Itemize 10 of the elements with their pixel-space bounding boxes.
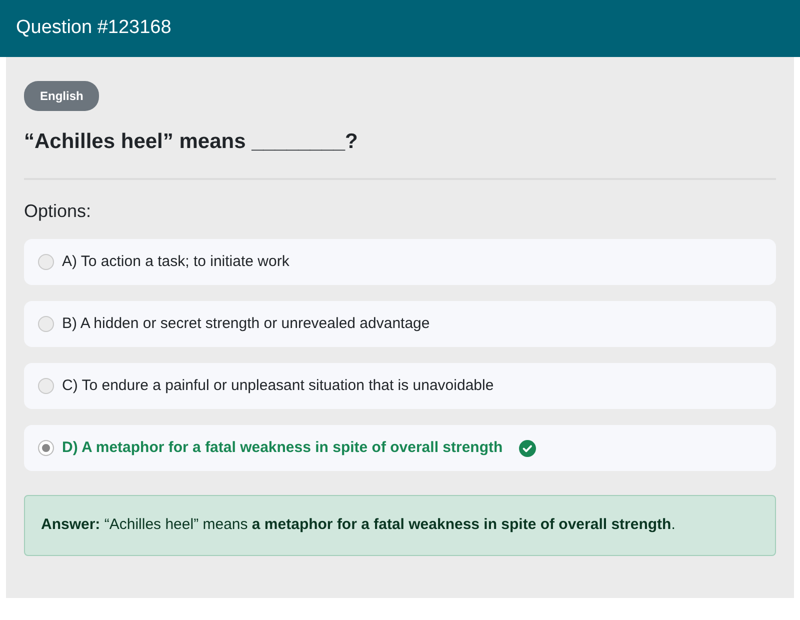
answer-box: Answer: “Achilles heel” means a metaphor for a fatal weakness in spite of overall strength. (24, 495, 776, 556)
category-tag: English (24, 81, 100, 111)
options-label: Options: (24, 200, 92, 224)
radio-button[interactable] (38, 316, 54, 332)
radio-button[interactable] (38, 378, 54, 394)
radio-button[interactable] (38, 254, 54, 270)
radio-button[interactable] (38, 440, 54, 456)
page-title: Question #123168 (16, 17, 172, 40)
question-text: “Achilles heel” means ________? (24, 129, 359, 154)
option-label[interactable]: A) To action a task; to initiate work (62, 250, 290, 274)
